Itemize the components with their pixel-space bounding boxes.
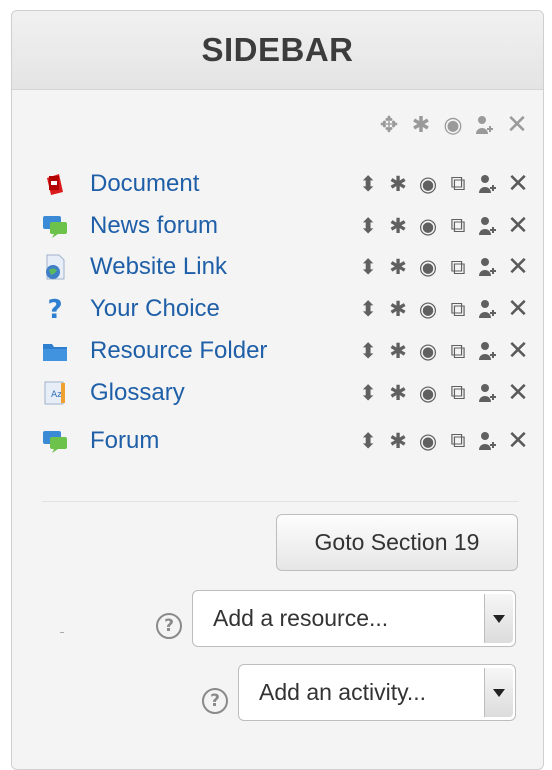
move-updown-icon[interactable]: ⬍: [353, 427, 383, 455]
move-updown-icon[interactable]: ⬍: [353, 212, 383, 240]
assign-role-icon[interactable]: [473, 427, 503, 455]
delete-icon[interactable]: ✕: [503, 252, 533, 282]
gear-icon[interactable]: ✱: [383, 337, 413, 365]
gear-icon[interactable]: ✱: [383, 212, 413, 240]
duplicate-icon[interactable]: ⧉: [443, 427, 473, 455]
divider: [42, 501, 519, 502]
activity-link[interactable]: Forum: [90, 427, 159, 455]
duplicate-icon[interactable]: ⧉: [443, 379, 473, 407]
move-updown-icon[interactable]: ⬍: [353, 253, 383, 281]
activity-controls: ⬍ ✱ ◉ ⧉ ✕: [353, 426, 533, 456]
activity-row: ? Your Choice ⬍ ✱ ◉ ⧉ ✕: [42, 288, 533, 330]
add-resource-select[interactable]: Add a resource...: [192, 590, 516, 647]
goto-section-button[interactable]: Goto Section 19: [276, 514, 518, 571]
delete-icon[interactable]: ✕: [503, 426, 533, 456]
close-icon[interactable]: ✕: [501, 110, 533, 140]
activity-controls: ⬍ ✱ ◉ ⧉ ✕: [353, 336, 533, 366]
activity-link[interactable]: Resource Folder: [90, 337, 267, 365]
block-header: SIDEBAR: [12, 11, 543, 90]
eye-icon[interactable]: ◉: [413, 295, 443, 323]
assign-role-icon[interactable]: [473, 170, 503, 198]
activity-row: Resource Folder ⬍ ✱ ◉ ⧉ ✕: [42, 330, 533, 372]
activity-link[interactable]: Website Link: [90, 253, 227, 281]
svg-text:Az: Az: [51, 390, 62, 400]
assign-role-icon[interactable]: [473, 379, 503, 407]
activity-controls: ⬍ ✱ ◉ ⧉ ✕: [353, 252, 533, 282]
activity-row: Forum ⬍ ✱ ◉ ⧉ ✕: [42, 420, 533, 462]
activity-link[interactable]: Glossary: [90, 379, 185, 407]
activity-row: Document ⬍ ✱ ◉ ⧉ ✕: [42, 163, 533, 205]
activity-list: Document ⬍ ✱ ◉ ⧉ ✕ News forum ⬍ ✱ ◉ ⧉ ✕ Website Link…: [42, 163, 533, 462]
duplicate-icon[interactable]: ⧉: [443, 212, 473, 240]
move-icon[interactable]: ✥: [373, 111, 405, 139]
eye-icon[interactable]: ◉: [413, 253, 443, 281]
activity-row: Website Link ⬍ ✱ ◉ ⧉ ✕: [42, 247, 533, 289]
move-updown-icon[interactable]: ⬍: [353, 337, 383, 365]
sidebar-block: SIDEBAR ✥ ✱ ◉ ✕ Document ⬍ ✱ ◉ ⧉ ✕ News forum ⬍…: [11, 10, 544, 770]
chevron-down-icon[interactable]: [484, 668, 513, 717]
activity-controls: ⬍ ✱ ◉ ⧉ ✕: [353, 169, 533, 199]
delete-icon[interactable]: ✕: [503, 294, 533, 324]
activity-controls: ⬍ ✱ ◉ ⧉ ✕: [353, 378, 533, 408]
gear-icon[interactable]: ✱: [405, 111, 437, 139]
move-updown-icon[interactable]: ⬍: [353, 379, 383, 407]
activity-row: Az Glossary ⬍ ✱ ◉ ⧉ ✕: [42, 372, 533, 414]
duplicate-icon[interactable]: ⧉: [443, 295, 473, 323]
forum-icon: [42, 213, 68, 239]
duplicate-icon[interactable]: ⧉: [443, 337, 473, 365]
block-controls: ✥ ✱ ◉ ✕: [373, 110, 533, 140]
folder-icon: [42, 338, 68, 364]
eye-icon[interactable]: ◉: [413, 212, 443, 240]
activity-controls: ⬍ ✱ ◉ ⧉ ✕: [353, 294, 533, 324]
move-updown-icon[interactable]: ⬍: [353, 170, 383, 198]
eye-icon[interactable]: ◉: [413, 379, 443, 407]
eye-icon[interactable]: ◉: [413, 170, 443, 198]
delete-icon[interactable]: ✕: [503, 336, 533, 366]
activity-controls: ⬍ ✱ ◉ ⧉ ✕: [353, 211, 533, 241]
block-title: SIDEBAR: [201, 31, 354, 68]
assign-role-icon[interactable]: [473, 337, 503, 365]
assign-role-icon[interactable]: [469, 111, 501, 139]
gear-icon[interactable]: ✱: [383, 170, 413, 198]
activity-row: News forum ⬍ ✱ ◉ ⧉ ✕: [42, 205, 533, 247]
assign-role-icon[interactable]: [473, 212, 503, 240]
pdf-icon: [42, 171, 68, 197]
svg-text:?: ?: [47, 296, 62, 322]
activity-link[interactable]: Your Choice: [90, 295, 220, 323]
duplicate-icon[interactable]: ⧉: [443, 253, 473, 281]
gear-icon[interactable]: ✱: [383, 427, 413, 455]
decorative-dash: [60, 632, 64, 633]
url-icon: [42, 254, 68, 280]
delete-icon[interactable]: ✕: [503, 378, 533, 408]
activity-link[interactable]: Document: [90, 170, 199, 198]
assign-role-icon[interactable]: [473, 253, 503, 281]
chevron-down-icon[interactable]: [484, 594, 513, 643]
eye-icon[interactable]: ◉: [437, 111, 469, 139]
duplicate-icon[interactable]: ⧉: [443, 170, 473, 198]
gear-icon[interactable]: ✱: [383, 253, 413, 281]
activity-link[interactable]: News forum: [90, 212, 218, 240]
assign-role-icon[interactable]: [473, 295, 503, 323]
add-resource-value: Add a resource...: [213, 605, 389, 631]
add-activity-select[interactable]: Add an activity...: [238, 664, 516, 721]
forum-icon: [42, 428, 68, 454]
glossary-icon: Az: [42, 380, 68, 406]
move-updown-icon[interactable]: ⬍: [353, 295, 383, 323]
delete-icon[interactable]: ✕: [503, 211, 533, 241]
help-icon-resource[interactable]: ?: [156, 613, 182, 639]
gear-icon[interactable]: ✱: [383, 295, 413, 323]
question-icon: ?: [42, 296, 68, 322]
eye-icon[interactable]: ◉: [413, 337, 443, 365]
add-activity-value: Add an activity...: [259, 679, 427, 705]
help-icon-activity[interactable]: ?: [202, 688, 228, 714]
delete-icon[interactable]: ✕: [503, 169, 533, 199]
eye-icon[interactable]: ◉: [413, 427, 443, 455]
gear-icon[interactable]: ✱: [383, 379, 413, 407]
